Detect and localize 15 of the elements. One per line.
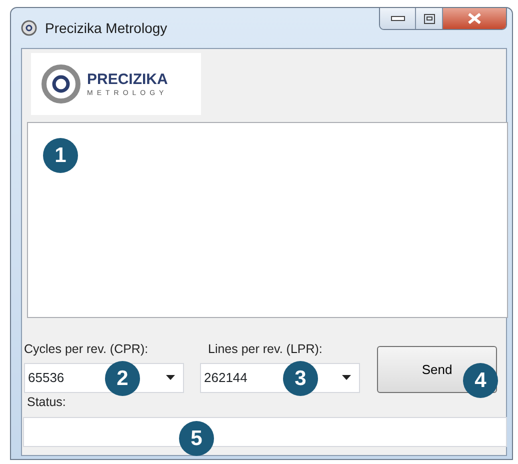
logo-icon [41,64,81,104]
minimize-icon [390,16,404,22]
field-label: Lines per rev. (LPR): [207,341,324,358]
window-title: Precizika Metrology [45,18,168,38]
close-button[interactable] [443,8,506,29]
minimize-button[interactable] [380,8,416,29]
app-icon [21,20,37,36]
logo-name: PRECIZIKA [87,72,168,86]
caret-icon [342,375,351,380]
maximize-icon [424,14,434,24]
close-icon [468,13,481,24]
field-label: Cycles per rev. (CPR): [24,341,150,358]
caret-icon [166,375,175,380]
status-label: Status: [27,394,67,411]
maximize-button[interactable] [416,8,443,29]
